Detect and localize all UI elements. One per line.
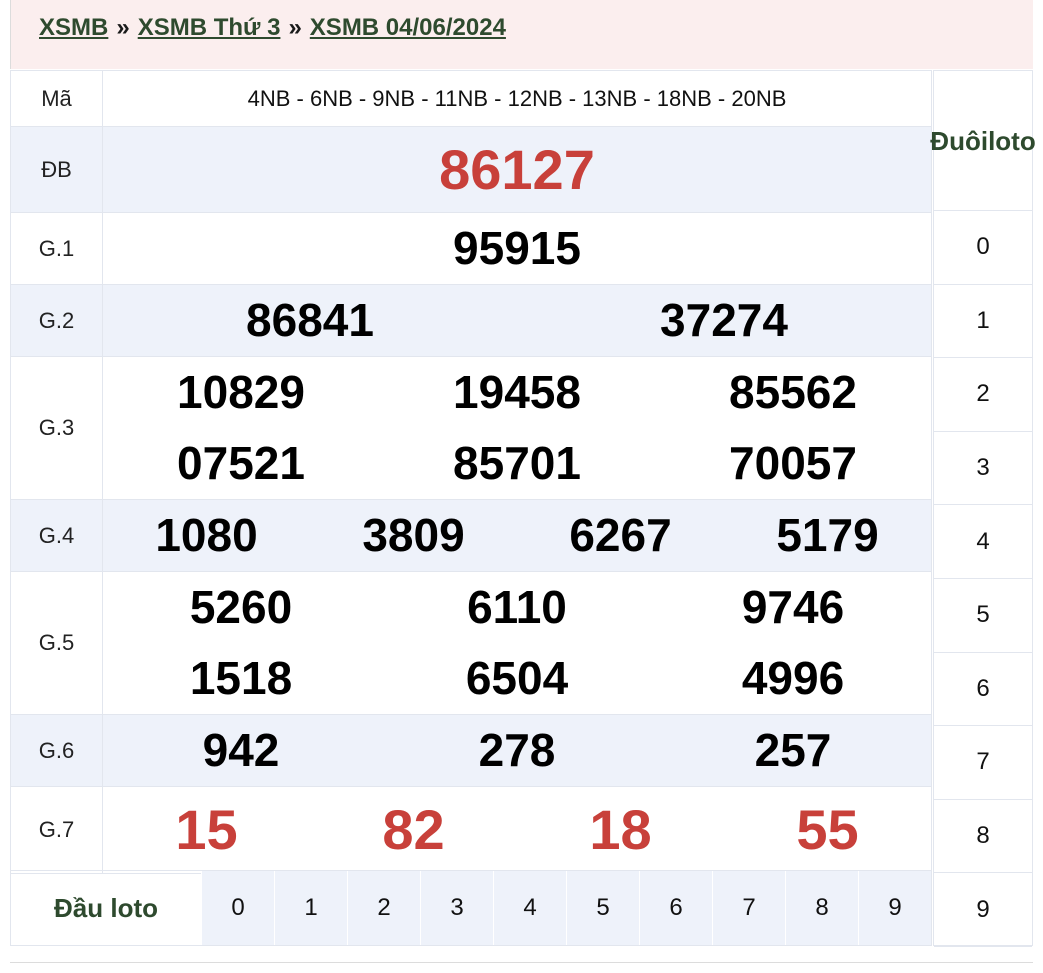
duoi-loto-cell[interactable]: 3: [934, 432, 1032, 506]
prize-cell-g1: 95915: [102, 212, 932, 285]
draw-codes: 4NB - 6NB - 9NB - 11NB - 12NB - 13NB - 1…: [102, 70, 932, 127]
prize-number: 10829: [177, 366, 305, 418]
dau-loto-row: Đầu loto 0 1 2 3 4 5 6 7 8 9: [10, 870, 932, 946]
prize-numbers-g5: 5260 6110 9746 1518 6504 4996: [103, 572, 931, 714]
row-prize-3: G.3 10829 19458 85562 07521 85701 70057: [10, 356, 932, 500]
prize-label-g3: G.3: [10, 356, 103, 500]
bottom-divider: [10, 962, 1033, 963]
row-prize-1: G.1 95915: [10, 212, 932, 285]
prize-number: 37274: [660, 294, 788, 346]
duoi-loto-cell[interactable]: 2: [934, 358, 1032, 432]
dau-loto-cell[interactable]: 6: [639, 871, 712, 945]
prize-label-db: ĐB: [10, 126, 103, 213]
prize-label-g4: G.4: [10, 499, 103, 572]
prize-number: 1080: [155, 509, 258, 561]
prize-numbers-g3: 10829 19458 85562 07521 85701 70057: [103, 357, 931, 499]
breadcrumb-link-weekday[interactable]: XSMB Thứ 3: [138, 14, 281, 41]
prize-number: 55: [796, 798, 859, 861]
prize-number: 86841: [246, 294, 374, 346]
prize-cell-g2: 86841 37274: [102, 284, 932, 357]
row-prize-4: G.4 1080 3809 6267 5179: [10, 499, 932, 572]
breadcrumb-separator: »: [116, 14, 130, 41]
prize-label-g1: G.1: [10, 212, 103, 285]
prize-numbers-g1: 95915: [103, 213, 931, 284]
prize-numbers-g7: 15 82 18 55: [103, 787, 931, 873]
prize-number: 19458: [453, 366, 581, 418]
breadcrumb: XSMB » XSMB Thứ 3 » XSMB 04/06/2024: [10, 0, 1033, 69]
duoi-loto-cell[interactable]: 8: [934, 800, 1032, 874]
prize-number: 70057: [729, 437, 857, 489]
prize-number: 86127: [439, 138, 595, 201]
duoi-loto-cell[interactable]: 1: [934, 285, 1032, 359]
dau-loto-cell[interactable]: 7: [712, 871, 785, 945]
prize-number: 9746: [741, 581, 845, 633]
row-prize-5: G.5 5260 6110 9746 1518 6504 4996: [10, 571, 932, 715]
prize-label-g2: G.2: [10, 284, 103, 357]
prize-number: 3809: [362, 509, 465, 561]
prize-cell-g3: 10829 19458 85562 07521 85701 70057: [102, 356, 932, 500]
duoi-loto-cell[interactable]: 5: [934, 579, 1032, 653]
prize-numbers-db: 86127: [103, 127, 931, 212]
dau-loto-cell[interactable]: 4: [493, 871, 566, 945]
prize-label-g6: G.6: [10, 714, 103, 787]
xsmb-result-page: XSMB » XSMB Thứ 3 » XSMB 04/06/2024 Mã 4NB -…: [0, 0, 1043, 973]
prize-cell-db: 86127: [102, 126, 932, 213]
dau-loto-cell[interactable]: 9: [858, 871, 931, 945]
prize-number: 07521: [177, 437, 305, 489]
prize-number: 278: [478, 724, 556, 776]
duoi-loto-title-line2: loto: [988, 125, 1036, 156]
prize-numbers-g2: 86841 37274: [103, 285, 931, 356]
prize-number: 942: [202, 724, 280, 776]
row-special-prize: ĐB 86127: [10, 126, 932, 213]
duoi-loto-title-line1: Đuôi: [930, 125, 989, 156]
breadcrumb-link-xsmb[interactable]: XSMB: [39, 14, 108, 41]
duoi-loto-column: Đuôi loto 0 1 2 3 4 5 6 7 8 9: [930, 70, 1036, 947]
duoi-loto-cell[interactable]: 7: [934, 726, 1032, 800]
dau-loto-cell[interactable]: 0: [201, 871, 274, 945]
dau-loto-title: Đầu loto: [54, 892, 158, 923]
prize-cell-g5: 5260 6110 9746 1518 6504 4996: [102, 571, 932, 715]
duoi-loto-cell[interactable]: 6: [934, 653, 1032, 727]
duoi-loto-cell[interactable]: 4: [934, 505, 1032, 579]
dau-loto-cell[interactable]: 2: [347, 871, 420, 945]
prize-number: 6267: [569, 509, 672, 561]
prize-number: 18: [589, 798, 652, 861]
duoi-loto-cell[interactable]: 9: [934, 873, 1032, 947]
prize-number: 6110: [467, 581, 567, 633]
duoi-loto-cell[interactable]: 0: [934, 211, 1032, 285]
prize-number: 15: [175, 798, 238, 861]
results-table: Mã 4NB - 6NB - 9NB - 11NB - 12NB - 13NB …: [10, 70, 932, 874]
dau-loto-cell[interactable]: 1: [274, 871, 347, 945]
prize-label-g5: G.5: [10, 571, 103, 715]
prize-number: 1518: [189, 652, 293, 704]
dau-loto-cell[interactable]: 5: [566, 871, 639, 945]
code-label: Mã: [10, 70, 103, 127]
prize-number: 85562: [729, 366, 857, 418]
prize-number: 5179: [776, 509, 879, 561]
prize-cell-g4: 1080 3809 6267 5179: [102, 499, 932, 572]
prize-number: 82: [382, 798, 445, 861]
prize-number: 85701: [453, 437, 581, 489]
prize-numbers-g4: 1080 3809 6267 5179: [103, 500, 931, 571]
dau-loto-cell[interactable]: 3: [420, 871, 493, 945]
prize-numbers-g6: 942 278 257: [103, 715, 931, 786]
row-prize-7: G.7 15 82 18 55: [10, 786, 932, 874]
dau-loto-cell[interactable]: 8: [785, 871, 858, 945]
prize-label-g7: G.7: [10, 786, 103, 874]
duoi-loto-title: Đuôi loto: [930, 71, 1036, 211]
breadcrumb-link-date[interactable]: XSMB 04/06/2024: [310, 14, 506, 41]
breadcrumb-separator: »: [288, 14, 302, 41]
prize-number: 5260: [189, 581, 293, 633]
row-prize-6: G.6 942 278 257: [10, 714, 932, 787]
prize-number: 257: [754, 724, 832, 776]
row-prize-2: G.2 86841 37274: [10, 284, 932, 357]
row-codes: Mã 4NB - 6NB - 9NB - 11NB - 12NB - 13NB …: [10, 70, 932, 127]
prize-number: 95915: [453, 222, 581, 274]
prize-cell-g6: 942 278 257: [102, 714, 932, 787]
prize-number: 4996: [741, 652, 845, 704]
prize-number: 6504: [465, 652, 569, 704]
prize-cell-g7: 15 82 18 55: [102, 786, 932, 874]
